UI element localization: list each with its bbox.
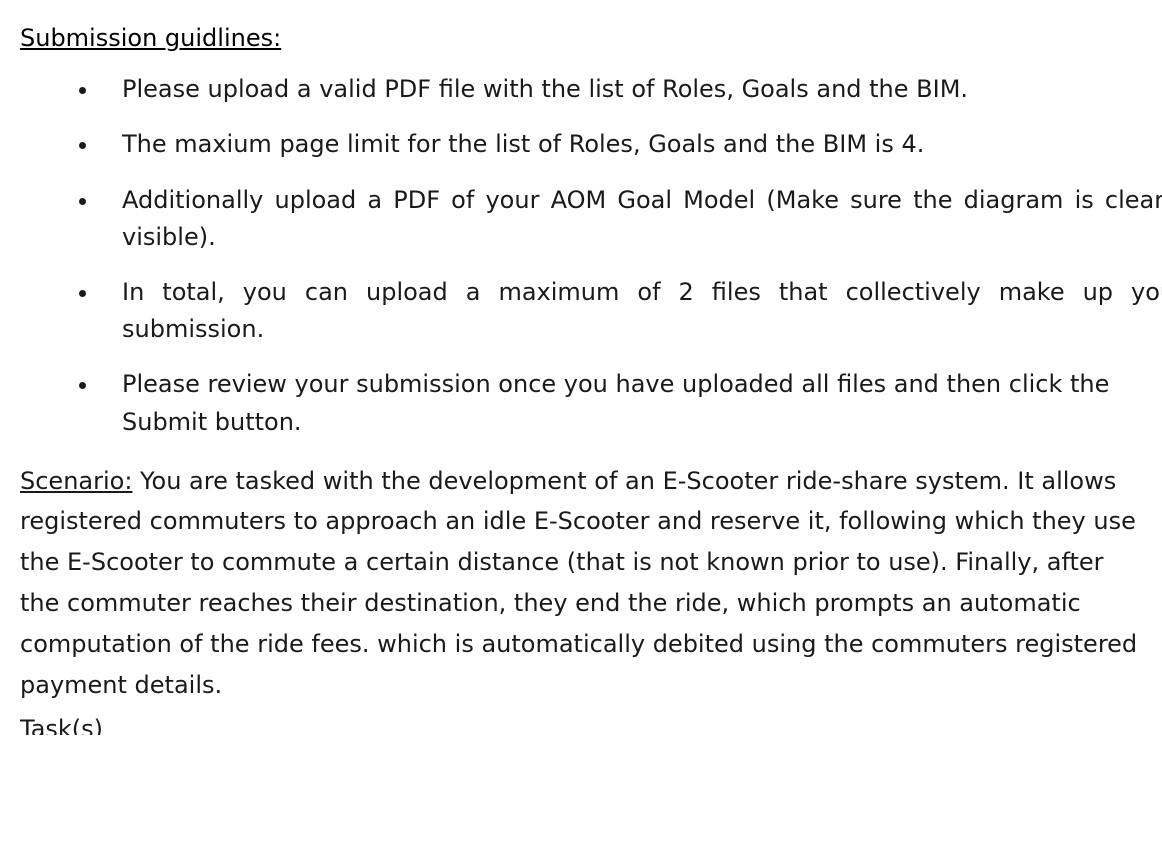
list-item: The maxium page limit for the list of Ro… — [100, 126, 1162, 163]
task-heading-stub: Task(s) — [20, 717, 1162, 735]
guidelines-list: Please upload a valid PDF file with the … — [20, 71, 1162, 441]
scenario-label: Scenario: — [20, 467, 132, 495]
list-item: Additionally upload a PDF of your AOM Go… — [100, 182, 1162, 256]
list-item: In total, you can upload a maximum of 2 … — [100, 274, 1162, 348]
scenario-paragraph: Scenario: You are tasked with the develo… — [20, 461, 1145, 706]
list-item: Please upload a valid PDF file with the … — [100, 71, 1162, 108]
submission-guidelines-heading: Submission guidlines: — [20, 20, 1162, 57]
list-item: Please review your submission once you h… — [100, 366, 1162, 440]
scenario-body: You are tasked with the development of a… — [20, 467, 1137, 699]
